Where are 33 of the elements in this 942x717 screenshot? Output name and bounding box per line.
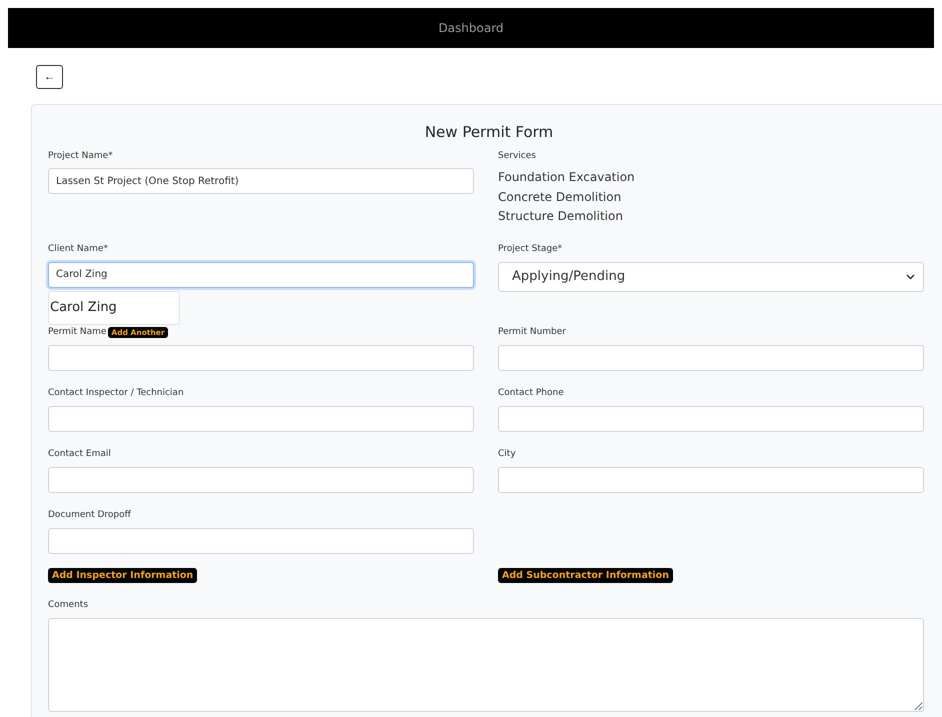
field-label: Contact Inspector / Technician xyxy=(48,388,184,398)
chevron-down-icon xyxy=(906,274,915,280)
field-label: Project Stage* xyxy=(498,244,562,254)
field-label: Services xyxy=(498,150,536,160)
service-item: Concrete Demolition xyxy=(498,188,622,206)
add-info-button[interactable]: Add Subcontractor Information xyxy=(498,568,673,582)
service-item: Foundation Excavation xyxy=(498,169,635,186)
field-label: Coments xyxy=(48,600,88,610)
text-field[interactable] xyxy=(498,466,924,492)
select-field[interactable]: Applying/Pending xyxy=(498,262,924,292)
field-label: Project Name* xyxy=(48,150,113,160)
text-field[interactable]: Carol Zing xyxy=(48,262,474,288)
form-title: New Permit Form xyxy=(424,123,554,141)
text-field[interactable]: Lassen St Project (One Stop Retrofit) xyxy=(48,168,474,194)
add-info-button[interactable]: Add Inspector Information xyxy=(48,568,198,582)
text-field[interactable] xyxy=(48,528,474,554)
text-field[interactable] xyxy=(48,406,474,432)
text-field[interactable] xyxy=(498,344,924,370)
service-item: Structure Demolition xyxy=(498,208,623,225)
field-label: City xyxy=(498,449,516,459)
suggestion-item[interactable]: Carol Zing xyxy=(49,300,117,315)
back-button[interactable]: ← xyxy=(36,65,63,89)
field-label: Permit Name xyxy=(48,327,106,337)
text-field[interactable] xyxy=(48,466,474,492)
field-label: Contact Phone xyxy=(498,388,564,398)
text-field[interactable] xyxy=(48,344,474,370)
field-label: Permit Number xyxy=(498,327,566,337)
field-label: Document Dropoff xyxy=(48,510,131,520)
field-label: Client Name* xyxy=(48,244,108,254)
text-field[interactable] xyxy=(498,406,924,432)
comments-field[interactable] xyxy=(48,618,924,712)
header-title[interactable]: Dashboard xyxy=(438,21,504,35)
field-label: Contact Email xyxy=(48,449,111,459)
